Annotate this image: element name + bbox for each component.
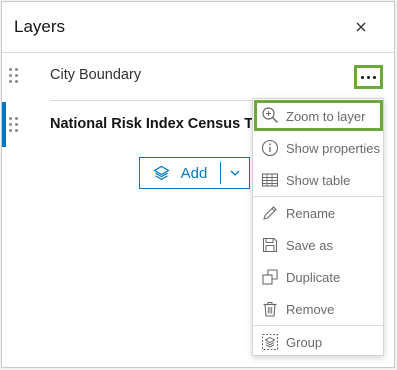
layer-name: City Boundary — [50, 67, 142, 83]
chevron-down-icon — [230, 170, 240, 176]
menu-item-label: Rename — [286, 206, 336, 221]
menu-item-duplicate[interactable]: Duplicate — [253, 261, 383, 293]
selected-indicator — [2, 102, 6, 147]
layer-context-menu: Zoom to layer Show properties Show table… — [252, 98, 384, 356]
more-dots-icon — [361, 75, 364, 79]
add-button-label: Add — [180, 164, 208, 182]
menu-item-zoom-to-layer[interactable]: Zoom to layer — [254, 100, 383, 131]
info-icon — [261, 139, 279, 157]
drag-handle-icon[interactable] — [9, 68, 21, 86]
panel-header: Layers — [2, 2, 394, 53]
menu-item-label: Show properties — [286, 141, 380, 156]
save-icon — [262, 237, 278, 253]
group-icon — [262, 334, 278, 350]
panel-title: Layers — [14, 17, 66, 36]
menu-item-label: Zoom to layer — [286, 109, 366, 124]
menu-item-label: Show table — [286, 173, 351, 188]
menu-item-remove[interactable]: Remove — [253, 293, 383, 325]
layer-item-city-boundary[interactable]: City Boundary — [2, 53, 354, 98]
menu-item-label: Save as — [286, 238, 333, 253]
trash-icon — [263, 302, 277, 317]
menu-item-save-as[interactable]: Save as — [253, 229, 383, 261]
menu-item-label: Duplicate — [286, 270, 341, 285]
zoom-to-layer-icon — [262, 107, 278, 123]
close-icon — [356, 22, 366, 32]
add-dropdown-button[interactable] — [221, 158, 249, 188]
more-options-button[interactable] — [354, 65, 383, 89]
menu-item-show-properties[interactable]: Show properties — [253, 132, 383, 164]
add-layer-button-group: Add — [139, 157, 250, 189]
duplicate-icon — [262, 269, 278, 285]
menu-item-label: Remove — [286, 302, 335, 317]
drag-handle-icon[interactable] — [9, 117, 21, 135]
menu-item-label: Group — [286, 335, 323, 350]
pencil-icon — [263, 206, 277, 220]
menu-item-show-table[interactable]: Show table — [253, 164, 383, 196]
layers-icon — [152, 165, 170, 180]
menu-item-rename[interactable]: Rename — [253, 197, 383, 229]
close-button[interactable] — [350, 16, 372, 38]
add-button[interactable]: Add — [140, 158, 220, 188]
table-icon — [261, 173, 279, 187]
menu-item-group[interactable]: Group — [253, 326, 383, 358]
